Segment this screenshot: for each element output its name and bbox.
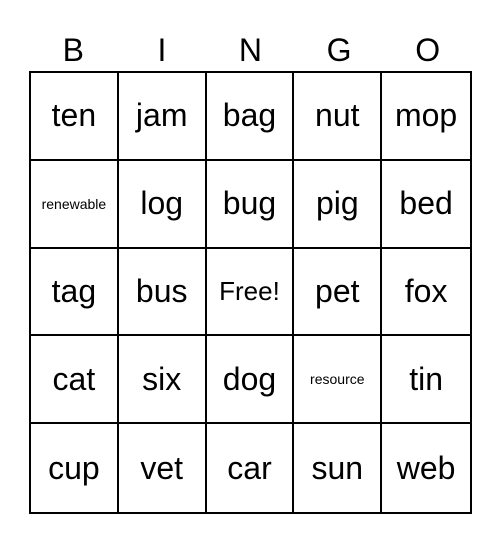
bingo-cell[interactable]: pet <box>294 248 383 337</box>
bingo-cell[interactable]: web <box>382 424 470 512</box>
bingo-cell[interactable]: six <box>118 336 207 425</box>
bingo-cell[interactable]: vet <box>119 424 207 512</box>
bingo-cell[interactable]: nut <box>294 73 383 161</box>
bingo-cell[interactable]: log <box>118 160 207 249</box>
bingo-cell[interactable]: bag <box>206 73 295 161</box>
bingo-cell[interactable]: ten <box>31 73 119 161</box>
bingo-card-grid: ten jam bag nut mop renewable log bug pig bed tag b… <box>29 71 472 514</box>
bingo-cell[interactable]: cup <box>31 424 119 512</box>
bingo-cell[interactable]: mop <box>382 73 470 161</box>
bingo-cell[interactable]: bus <box>118 248 207 337</box>
bingo-cell[interactable]: dog <box>206 336 295 425</box>
bingo-header: B I N G O <box>29 30 472 70</box>
bingo-cell[interactable]: pig <box>294 160 383 249</box>
bingo-cell[interactable]: car <box>207 424 295 512</box>
header-letter-b: B <box>62 32 84 68</box>
bingo-cell[interactable]: renewable <box>31 160 119 249</box>
bingo-cell[interactable]: tin <box>382 336 470 425</box>
bingo-cell[interactable]: resource <box>294 336 383 425</box>
bingo-cell[interactable]: fox <box>382 249 470 337</box>
header-letter-n: N <box>238 32 263 68</box>
header-letter-i: I <box>157 32 167 68</box>
header-letter-g: G <box>326 32 352 68</box>
bingo-cell[interactable]: tag <box>31 248 119 337</box>
bingo-cell[interactable]: jam <box>118 73 207 161</box>
bingo-cell[interactable]: bug <box>206 160 295 249</box>
bingo-cell[interactable]: cat <box>31 336 119 425</box>
header-letter-o: O <box>415 32 441 68</box>
free-space-cell[interactable]: Free! <box>206 248 295 337</box>
bingo-cell[interactable]: bed <box>382 161 470 249</box>
bingo-cell[interactable]: sun <box>294 424 383 512</box>
